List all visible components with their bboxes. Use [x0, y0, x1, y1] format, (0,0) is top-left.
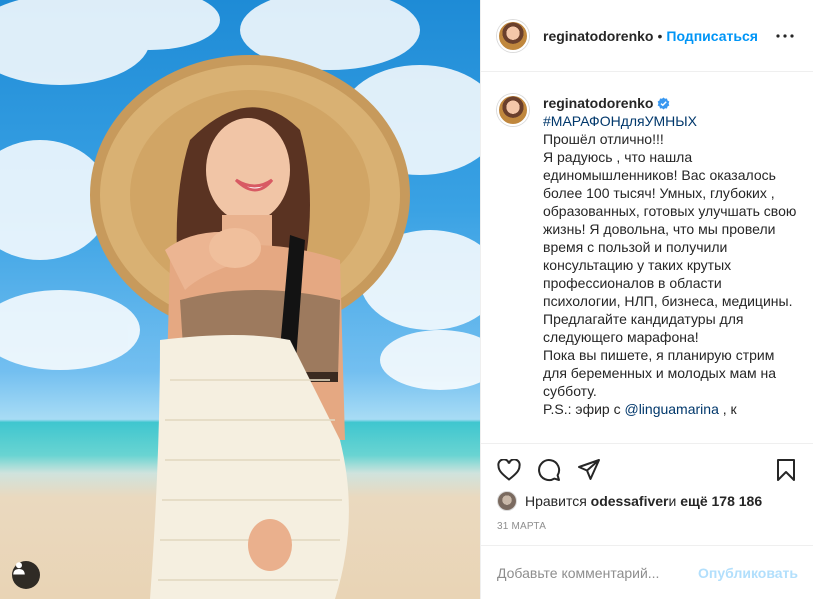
post-date[interactable]: 31 марта — [497, 521, 546, 532]
bookmark-icon — [777, 459, 795, 481]
user-tags-button[interactable] — [12, 561, 40, 589]
likes-summary: Нравится odessafiver и ещё 178 186 — [497, 488, 762, 514]
like-button[interactable] — [495, 456, 523, 484]
person-icon — [13, 562, 25, 575]
post-details-panel: reginatodorenko • Подписаться reginatodo… — [480, 0, 813, 599]
likes-prefix: Нравится — [525, 493, 587, 509]
caption-section: reginatodorenko #МАРАФОНдляУМНЫХ Прошёл … — [481, 72, 813, 444]
caption-line: Предлагайте кандидатуры для следующего м… — [543, 311, 744, 345]
caption-ps-prefix: P.S.: эфир с — [543, 401, 625, 417]
liker-username[interactable]: odessafiver — [591, 493, 669, 509]
post-photo[interactable] — [0, 0, 480, 599]
follow-button[interactable]: Подписаться — [666, 28, 758, 44]
liker-avatar[interactable] — [497, 491, 517, 511]
save-button[interactable] — [772, 456, 800, 484]
paper-plane-icon — [578, 459, 600, 480]
heart-icon — [497, 459, 521, 481]
caption-username[interactable]: reginatodorenko — [543, 94, 653, 112]
post-caption: reginatodorenko #МАРАФОНдляУМНЫХ Прошёл … — [543, 94, 798, 443]
comment-icon — [538, 459, 561, 482]
comment-input[interactable] — [497, 564, 699, 581]
likes-middle: и — [668, 493, 677, 509]
share-button[interactable] — [575, 456, 603, 484]
caption-hashtag[interactable]: #МАРАФОНдляУМНЫХ — [543, 112, 798, 130]
caption-username-wrap: reginatodorenko — [543, 94, 670, 112]
post-actions — [481, 452, 813, 488]
caption-author-avatar[interactable] — [497, 94, 529, 126]
verified-badge-icon — [658, 97, 670, 109]
comment-button[interactable] — [535, 456, 563, 484]
header-separator: • — [657, 27, 663, 44]
caption-line: Прошёл отлично!!! — [543, 131, 664, 147]
ellipsis-icon — [776, 33, 794, 38]
photo-illustration — [0, 0, 480, 599]
publish-button[interactable]: Опубликовать — [698, 565, 798, 581]
more-options-button[interactable] — [773, 24, 797, 48]
caption-line: Я радуюсь , что нашла единомышленников! … — [543, 149, 797, 309]
caption-mention[interactable]: @linguamarina — [624, 401, 718, 417]
caption-line: Пока вы пишете, я планирую стрим для бер… — [543, 347, 777, 399]
caption-ps-suffix: , к — [718, 401, 737, 417]
add-comment-bar: Опубликовать — [481, 545, 813, 599]
caption-ps-line: P.S.: эфир с @linguamarina , к — [543, 400, 798, 418]
author-username[interactable]: reginatodorenko — [543, 28, 653, 44]
post-header: reginatodorenko • Подписаться — [481, 0, 813, 72]
author-avatar[interactable] — [497, 19, 529, 52]
likes-count[interactable]: ещё 178 186 — [680, 493, 762, 509]
